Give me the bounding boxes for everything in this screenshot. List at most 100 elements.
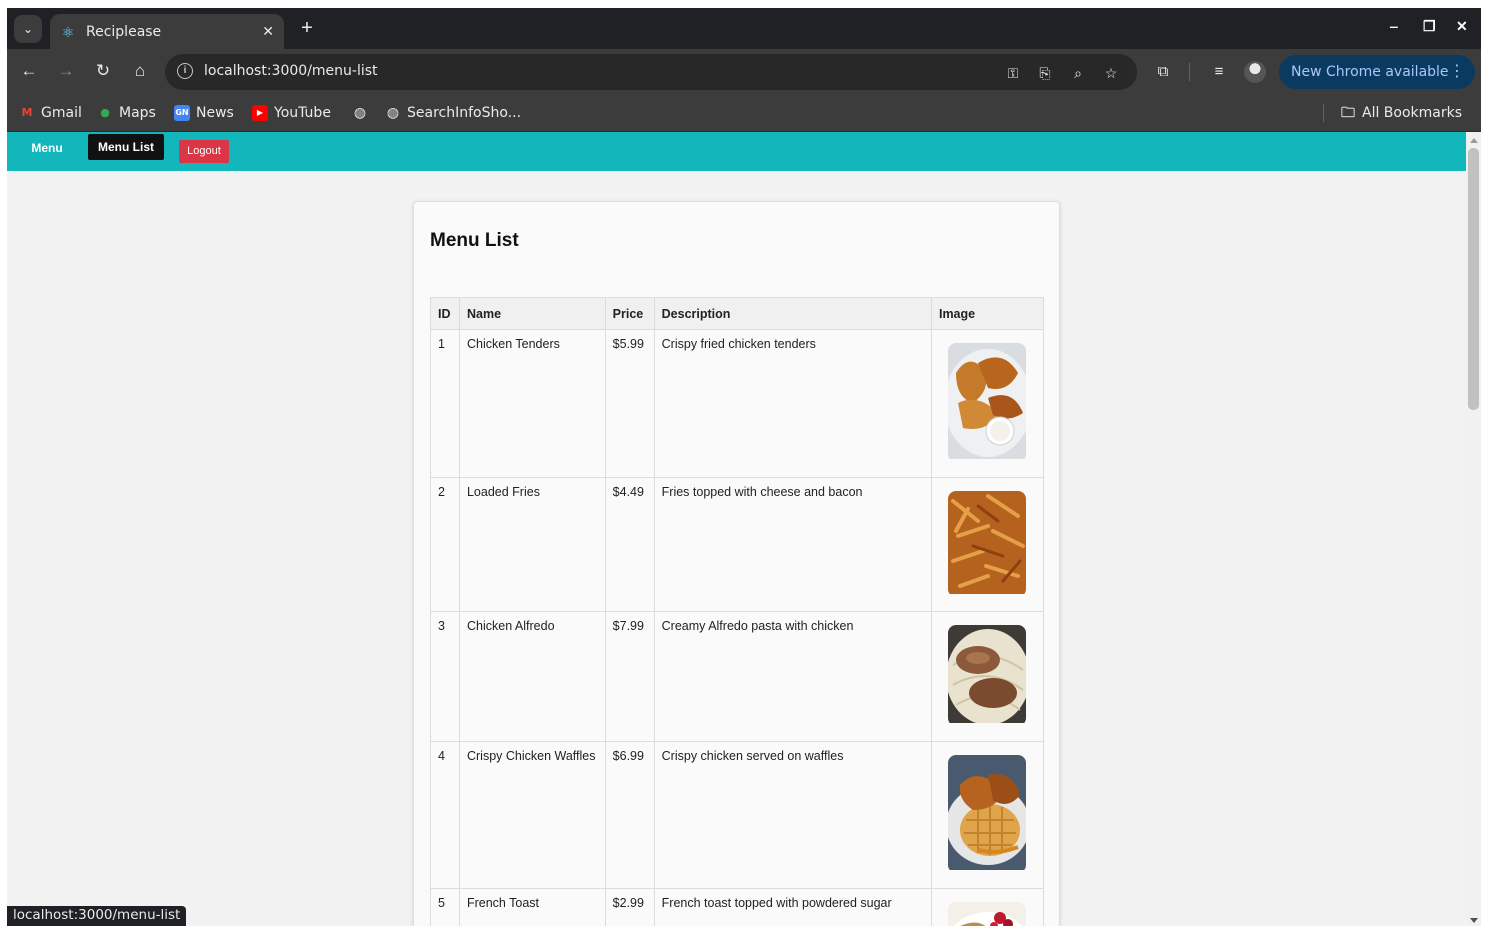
update-label: New Chrome available <box>1291 64 1449 80</box>
youtube-icon: ▶ <box>252 105 268 121</box>
cell-description: Creamy Alfredo pasta with chicken <box>653 611 932 742</box>
cell-name: Loaded Fries <box>458 477 606 612</box>
scroll-up-arrow-icon[interactable] <box>1470 138 1478 143</box>
globe-icon: ◍ <box>353 105 367 121</box>
cell-name: Crispy Chicken Waffles <box>458 741 606 889</box>
table-row: 3 Chicken Alfredo $7.99 Creamy Alfredo p… <box>430 611 1045 742</box>
media-controls-icon[interactable]: ≡ <box>1208 61 1230 83</box>
extensions-icon[interactable]: ⧉ <box>1152 61 1174 83</box>
app-nav-bar: Menu Menu List Logout <box>7 132 1466 171</box>
chevron-down-icon: ⌄ <box>22 22 34 36</box>
tab-title: Reciplease <box>86 23 162 40</box>
scroll-thumb[interactable] <box>1468 148 1479 410</box>
cell-image <box>930 611 1045 742</box>
bookmark-searchinfo[interactable]: ◍ SearchInfoSho... <box>385 103 521 123</box>
cell-image <box>930 329 1045 478</box>
page-scrollbar[interactable] <box>1466 132 1481 926</box>
chicken-alfredo-photo <box>947 625 1026 726</box>
password-key-icon[interactable]: ⚿ <box>1003 63 1023 83</box>
cell-price: $2.99 <box>604 888 655 926</box>
chicken-waffles-photo <box>947 755 1026 873</box>
chicken-tenders-photo <box>947 343 1026 462</box>
bookmark-globe[interactable]: ◍ <box>352 103 374 123</box>
address-bar[interactable]: i localhost:3000/menu-list ⚿ ⎘ ⌕ ☆ <box>165 54 1137 90</box>
cell-id: 4 <box>430 741 460 889</box>
cell-description: Crispy chicken served on waffles <box>653 741 932 889</box>
url-text: localhost:3000/menu-list <box>204 63 378 79</box>
table-row: 1 Chicken Tenders $5.99 Crispy fried chi… <box>430 329 1045 478</box>
bookmark-label: Maps <box>119 105 156 121</box>
title-bar: ⌄ ⚛ Reciplease ✕ + ‒ ❐ ✕ <box>7 8 1481 49</box>
bookmark-star-icon[interactable]: ☆ <box>1101 63 1121 83</box>
browser-toolbar: ← → ↻ ⌂ i localhost:3000/menu-list ⚿ ⎘ ⌕… <box>7 49 1481 94</box>
cell-name: French Toast <box>458 888 606 926</box>
back-arrow-icon[interactable]: ← <box>17 59 41 83</box>
column-header: Image <box>930 297 1045 330</box>
cell-image <box>930 888 1045 926</box>
cell-id: 3 <box>430 611 460 742</box>
more-options-icon[interactable]: ⋮ <box>1449 61 1465 80</box>
table-header-row: ID Name Price Description Image <box>430 297 1045 330</box>
cell-price: $5.99 <box>604 329 655 478</box>
tab-search-button[interactable]: ⌄ <box>14 15 42 43</box>
cell-description: Fries topped with cheese and bacon <box>653 477 932 612</box>
cell-description: Crispy fried chicken tenders <box>653 329 932 478</box>
minimize-icon[interactable]: ‒ <box>1390 18 1398 34</box>
bookmark-label: All Bookmarks <box>1362 105 1463 121</box>
reload-icon[interactable]: ↻ <box>91 59 115 83</box>
bookmark-news[interactable]: GN News <box>174 103 234 123</box>
home-icon[interactable]: ⌂ <box>128 59 152 83</box>
cell-id: 2 <box>430 477 460 612</box>
bookmark-label: News <box>196 105 234 121</box>
nav-menu-list-link[interactable]: Menu List <box>88 134 164 160</box>
column-header: ID <box>430 297 460 330</box>
cell-price: $6.99 <box>604 741 655 889</box>
browser-tab[interactable]: ⚛ Reciplease ✕ <box>50 14 284 49</box>
site-info-icon[interactable]: i <box>177 63 193 79</box>
nav-menu-link[interactable]: Menu <box>22 135 72 161</box>
cell-image <box>930 477 1045 612</box>
bookmark-youtube[interactable]: ▶ YouTube <box>252 103 331 123</box>
bookmark-label: Gmail <box>41 105 82 121</box>
restore-icon[interactable]: ❐ <box>1423 18 1436 35</box>
cell-id: 5 <box>430 888 460 926</box>
new-tab-button[interactable]: + <box>295 17 319 41</box>
cell-image <box>930 741 1045 889</box>
scroll-down-arrow-icon[interactable] <box>1470 918 1478 923</box>
logout-button[interactable]: Logout <box>179 140 229 163</box>
all-bookmarks-button[interactable]: 🗀 All Bookmarks <box>1340 103 1462 123</box>
loaded-fries-photo <box>947 491 1026 597</box>
folder-icon: 🗀 <box>1341 105 1355 121</box>
column-header: Price <box>604 297 655 330</box>
table-row: 5 French Toast $2.99 French toast topped… <box>430 888 1045 926</box>
install-app-icon[interactable]: ⎘ <box>1035 63 1055 83</box>
react-icon: ⚛ <box>61 23 75 40</box>
menu-table: ID Name Price Description Image 1 Chicke… <box>430 297 1045 926</box>
close-window-icon[interactable]: ✕ <box>1456 18 1468 35</box>
globe-icon: ◍ <box>386 105 400 121</box>
table-row: 2 Loaded Fries $4.49 Fries topped with c… <box>430 477 1045 612</box>
forward-arrow-icon[interactable]: → <box>54 59 78 83</box>
cell-price: $4.49 <box>604 477 655 612</box>
cell-name: Chicken Tenders <box>458 329 606 478</box>
maps-pin-icon: ● <box>100 106 110 119</box>
bookmark-label: YouTube <box>274 105 331 121</box>
column-header: Description <box>653 297 932 330</box>
chrome-update-button[interactable]: New Chrome available ⋮ <box>1279 55 1475 89</box>
page-title: Menu List <box>430 230 519 251</box>
profile-avatar[interactable] <box>1244 61 1266 83</box>
zoom-icon[interactable]: ⌕ <box>1068 63 1088 83</box>
french-toast-photo <box>947 902 1026 926</box>
cell-name: Chicken Alfredo <box>458 611 606 742</box>
bookmarks-divider <box>1323 104 1324 122</box>
gmail-icon: M <box>21 106 33 119</box>
browser-window: ⌄ ⚛ Reciplease ✕ + ‒ ❐ ✕ ← → ↻ ⌂ i local… <box>7 8 1481 926</box>
bookmark-gmail[interactable]: M Gmail <box>19 103 82 123</box>
toolbar-divider <box>1189 63 1190 81</box>
bookmark-maps[interactable]: ● Maps <box>97 103 156 123</box>
cell-price: $7.99 <box>604 611 655 742</box>
close-tab-icon[interactable]: ✕ <box>262 23 274 40</box>
cell-description: French toast topped with powdered sugar <box>653 888 932 926</box>
bookmarks-bar: M Gmail ● Maps GN News ▶ YouTube ◍ ◍ Sea… <box>7 94 1481 132</box>
news-icon: GN <box>174 105 190 121</box>
